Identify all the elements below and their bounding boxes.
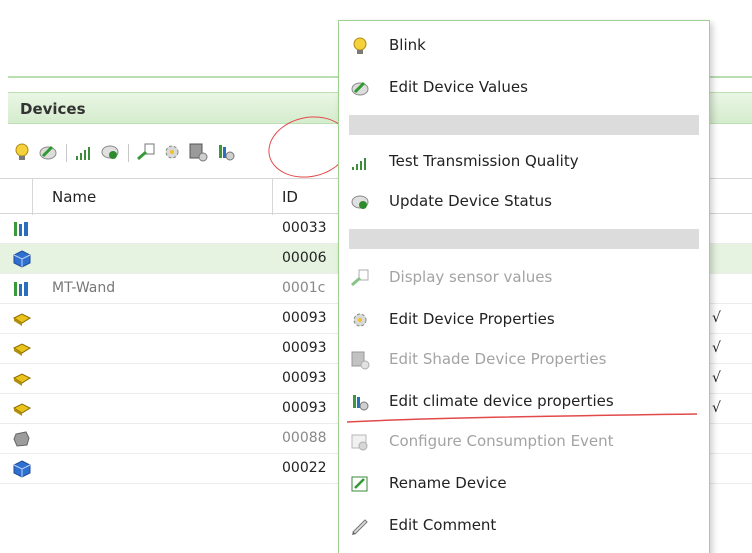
lightbulb-icon — [349, 36, 371, 56]
check-mark: √ — [712, 400, 721, 416]
devices-panel-title: Devices — [20, 100, 86, 118]
climate-properties-icon[interactable] — [216, 142, 236, 162]
menu-item-label: Blink — [389, 36, 426, 54]
column-divider — [32, 179, 33, 215]
menu-separator — [349, 115, 699, 135]
menu-item-edit-device-properties[interactable]: Edit Device Properties — [339, 301, 709, 339]
menu-item-label: Update Device Status — [389, 192, 552, 210]
device-id: 00093 — [282, 400, 327, 416]
signal-bars-icon — [349, 152, 371, 172]
blink-icon[interactable] — [12, 142, 32, 162]
device-id: 00006 — [282, 250, 327, 266]
menu-item-label: Edit Device Values — [389, 78, 528, 96]
transmission-quality-icon[interactable] — [74, 142, 94, 162]
menu-item-label: Edit Shade Device Properties — [389, 350, 607, 368]
shade-gear-icon — [349, 350, 371, 370]
comment-pen-icon — [349, 516, 371, 536]
blue-cube-icon — [12, 250, 32, 268]
menu-item-label: Rename Device — [389, 474, 507, 492]
menu-item-test-transmission-quality[interactable]: Test Transmission Quality — [339, 143, 709, 181]
menu-item-rename-device[interactable]: Rename Device — [339, 465, 709, 503]
menu-item-label: Edit Comment — [389, 516, 497, 534]
yellow-actuator-icon — [12, 370, 32, 388]
device-id: 00033 — [282, 220, 327, 236]
shade-properties-icon[interactable] — [188, 142, 208, 162]
menu-item-update-device-status[interactable]: Update Device Status — [339, 183, 709, 221]
device-id: 0001c — [282, 280, 326, 296]
menu-separator — [349, 229, 699, 249]
menu-item-display-sensor-values[interactable]: Display sensor values — [339, 259, 709, 297]
grey-device-icon — [12, 430, 32, 448]
menu-item-configure-consumption-event[interactable]: Configure Consumption Event — [339, 423, 709, 461]
column-divider — [272, 179, 273, 215]
toolbar-separator — [66, 144, 67, 162]
refresh-status-icon — [349, 192, 371, 212]
menu-item-label: Configure Consumption Event — [389, 432, 614, 450]
edit-values-icon — [349, 78, 371, 98]
gear-icon — [349, 310, 371, 330]
menu-item-edit-climate-device-properties[interactable]: Edit climate device properties — [339, 383, 709, 421]
menu-item-edit-comment[interactable]: Edit Comment — [339, 507, 709, 545]
climate-gear-icon — [349, 392, 371, 412]
sensor-values-icon — [349, 268, 371, 288]
menu-item-edit-device-values[interactable]: Edit Device Values — [339, 69, 709, 107]
device-properties-icon[interactable] — [162, 142, 182, 162]
yellow-actuator-icon — [12, 310, 32, 328]
check-mark: √ — [712, 340, 721, 356]
device-id: 00093 — [282, 340, 327, 356]
column-header-name[interactable]: Name — [52, 188, 96, 206]
menu-item-blink[interactable]: Blink — [339, 27, 709, 65]
consumption-event-icon — [349, 432, 371, 452]
yellow-actuator-icon — [12, 340, 32, 358]
device-id: 00093 — [282, 310, 327, 326]
climate-device-icon — [12, 220, 32, 238]
device-id: 00093 — [282, 370, 327, 386]
blue-cube-icon — [12, 460, 32, 478]
climate-device-icon — [12, 280, 32, 298]
menu-item-label: Display sensor values — [389, 268, 553, 286]
edit-values-icon[interactable] — [38, 142, 58, 162]
menu-item-label: Edit climate device properties — [389, 392, 614, 410]
menu-item-label: Edit Device Properties — [389, 310, 555, 328]
device-id: 00022 — [282, 460, 327, 476]
menu-item-label: Test Transmission Quality — [389, 152, 579, 170]
context-menu: Blink Edit Device Values Test Transmissi… — [338, 20, 710, 553]
rename-icon — [349, 474, 371, 494]
device-id: 00088 — [282, 430, 327, 446]
check-mark: √ — [712, 370, 721, 386]
sensor-values-icon[interactable] — [136, 142, 156, 162]
yellow-actuator-icon — [12, 400, 32, 418]
check-mark: √ — [712, 310, 721, 326]
toolbar-separator — [128, 144, 129, 162]
column-header-id[interactable]: ID — [282, 188, 298, 206]
menu-item-edit-shade-device-properties[interactable]: Edit Shade Device Properties — [339, 341, 709, 379]
update-status-icon[interactable] — [100, 142, 120, 162]
device-name: MT-Wand — [52, 280, 116, 296]
